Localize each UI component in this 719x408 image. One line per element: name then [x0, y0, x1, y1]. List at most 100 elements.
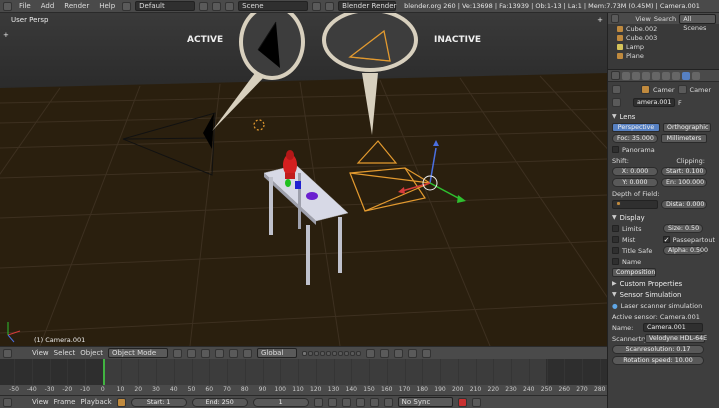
menu-file[interactable]: File	[16, 2, 34, 10]
add-scene-icon[interactable]	[312, 1, 322, 11]
scene-field[interactable]: Scene	[238, 1, 309, 11]
keying-set-icon[interactable]	[471, 397, 481, 407]
orientation-select[interactable]: Global	[257, 348, 298, 358]
render-preview-icon[interactable]	[408, 348, 418, 358]
lens-section-header[interactable]: ▼ Lens	[608, 111, 719, 122]
camera-render-icon[interactable]	[422, 348, 432, 358]
perspective-button[interactable]: Perspective	[612, 123, 660, 132]
name-checkbox[interactable]	[612, 258, 619, 265]
focal-length-field[interactable]: Foc: 35.000	[612, 134, 658, 143]
camera-data-tab-icon[interactable]	[682, 71, 690, 80]
clip-end-field[interactable]: En: 100.000	[661, 178, 707, 187]
display-size-field[interactable]: Size: 0.50	[663, 224, 703, 233]
preview-range-icon[interactable]	[116, 397, 126, 407]
prev-keyframe-icon[interactable]	[327, 397, 337, 407]
remove-scene-icon[interactable]	[325, 1, 335, 11]
dof-object-field[interactable]	[612, 200, 658, 209]
world-tab-icon[interactable]	[642, 71, 650, 80]
scan-resolution-field[interactable]: Scanresolution: 0.17	[612, 345, 704, 354]
passepartout-checkbox[interactable]	[662, 236, 670, 243]
menu-select[interactable]: Select	[54, 349, 76, 357]
snap-icon[interactable]	[380, 348, 390, 358]
editor-type-icon[interactable]	[3, 1, 12, 11]
outliner-search-menu[interactable]: Search	[654, 15, 676, 23]
limits-checkbox[interactable]	[612, 225, 619, 232]
constraints-tab-icon[interactable]	[662, 71, 670, 80]
sync-select[interactable]: No Sync	[397, 397, 453, 407]
screen-layout-icon[interactable]	[122, 1, 132, 11]
camera-data-name-field[interactable]: amera.001	[633, 98, 675, 107]
manipulator-icon[interactable]	[201, 348, 211, 358]
current-frame-field[interactable]: 1	[252, 397, 309, 407]
fake-user-toggle[interactable]: F	[678, 99, 682, 107]
scale-icon[interactable]	[243, 348, 253, 358]
3d-viewport[interactable]: User Persp + + ACTIVE INACTIVE (1) Camer…	[0, 13, 607, 346]
sensor-section-header[interactable]: ▼ Sensor Simulation	[608, 289, 719, 300]
menu-frame[interactable]: Frame	[54, 398, 76, 406]
play-icon[interactable]	[355, 397, 365, 407]
custom-properties-header[interactable]: ▶ Custom Properties	[608, 278, 719, 289]
outliner-view-menu[interactable]: View	[635, 15, 650, 23]
render-engine-select[interactable]: Blender Render	[338, 1, 396, 11]
snap-target-icon[interactable]	[394, 348, 404, 358]
layer-buttons[interactable]	[302, 350, 362, 356]
menu-view-timeline[interactable]: View	[32, 398, 49, 406]
jump-end-icon[interactable]	[383, 397, 393, 407]
proportional-edit-icon[interactable]	[366, 348, 376, 358]
translate-icon[interactable]	[215, 348, 225, 358]
mist-checkbox[interactable]	[612, 236, 619, 243]
lens-unit-select[interactable]: Millimeters	[661, 134, 707, 143]
dof-distance-field[interactable]: Dista: 0.000	[661, 200, 707, 209]
next-keyframe-icon[interactable]	[369, 397, 379, 407]
clip-start-field[interactable]: Start: 0.100	[661, 167, 707, 176]
add-layout-icon[interactable]	[199, 1, 209, 11]
menu-playback[interactable]: Playback	[80, 398, 111, 406]
timeline[interactable]: -50 -40 -30 -20 -10 0 10 20 30 40 50 60 70 80 90 100 110…	[0, 359, 607, 395]
scene-icon[interactable]	[225, 1, 235, 11]
screen-layout-field[interactable]: Default	[135, 1, 196, 11]
menu-view[interactable]: View	[32, 349, 49, 357]
shift-x-field[interactable]: X: 0.000	[612, 167, 658, 176]
sensor-name-field[interactable]: Camera.001	[643, 323, 703, 332]
mode-select[interactable]: Object Mode	[108, 348, 169, 358]
composition-guides-select[interactable]: Composition	[612, 268, 656, 277]
orthographic-button[interactable]: Orthographic	[663, 123, 711, 132]
start-frame-field[interactable]: Start: 1	[130, 397, 187, 407]
outliner-item-plane[interactable]: Plane	[608, 51, 719, 60]
editor-type-icon-3d[interactable]	[3, 348, 12, 358]
rotate-icon[interactable]	[229, 348, 239, 358]
menu-object[interactable]: Object	[80, 349, 103, 357]
physics-tab-icon[interactable]	[692, 71, 700, 80]
jump-start-icon[interactable]	[313, 397, 323, 407]
menu-render[interactable]: Render	[61, 2, 92, 10]
shading-icon[interactable]	[173, 348, 183, 358]
outliner-item-lamp[interactable]: Lamp	[608, 42, 719, 51]
editor-type-icon-timeline[interactable]	[3, 397, 12, 407]
pin-icon[interactable]	[612, 85, 621, 94]
render-tab-icon[interactable]	[622, 71, 630, 80]
menu-help[interactable]: Help	[96, 2, 118, 10]
outliner-filter-select[interactable]: All Scenes	[679, 13, 716, 32]
outliner-item-cube-003[interactable]: Cube.003	[608, 33, 719, 42]
play-reverse-icon[interactable]	[341, 397, 351, 407]
plus-icon[interactable]: +	[3, 31, 9, 39]
editor-type-icon-outliner[interactable]	[611, 14, 620, 23]
object-tab-icon[interactable]	[652, 71, 660, 80]
alpha-field[interactable]: Alpha: 0.500	[663, 246, 708, 255]
remove-layout-icon[interactable]	[212, 1, 222, 11]
editor-type-icon-properties[interactable]	[611, 71, 620, 80]
display-section-header[interactable]: ▼ Display	[608, 212, 719, 223]
plus-icon-right[interactable]: +	[597, 16, 603, 24]
modifiers-tab-icon[interactable]	[672, 71, 680, 80]
outliner[interactable]: View Search All Scenes Cube.002 Cube.003…	[608, 13, 719, 70]
camera-browse-icon[interactable]	[612, 98, 621, 107]
shift-y-field[interactable]: Y: 0.000	[612, 178, 658, 187]
rotation-speed-field[interactable]: Rotation speed: 10.00	[612, 356, 704, 365]
panorama-checkbox[interactable]	[612, 146, 619, 153]
scene-tab-icon[interactable]	[632, 71, 640, 80]
record-icon[interactable]	[457, 397, 467, 407]
title-safe-checkbox[interactable]	[612, 247, 619, 254]
pivot-icon[interactable]	[187, 348, 197, 358]
scanner-select[interactable]: Velodyne HDL-64E	[645, 334, 707, 343]
end-frame-field[interactable]: End: 250	[191, 397, 248, 407]
